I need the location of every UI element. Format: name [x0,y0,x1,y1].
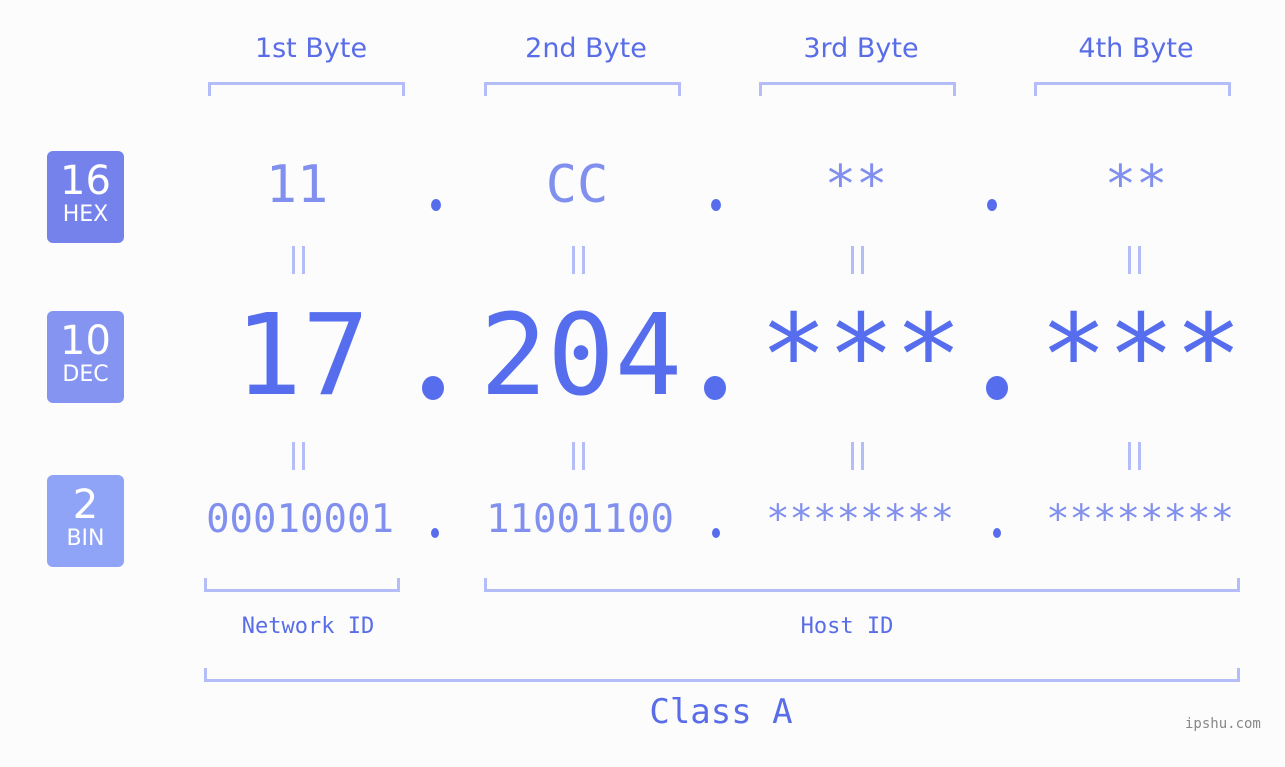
bin-separator-dot [993,528,1001,538]
hex-byte-2: CC [545,155,609,215]
class-label: Class A [649,692,793,732]
byte-bracket-3 [759,82,956,96]
equals-icon [1128,442,1142,470]
dec-byte-3: *** [759,291,963,421]
byte-header-1: 1st Byte [254,33,368,64]
equals-icon [292,442,306,470]
bin-byte-2: 11001100 [486,497,674,542]
class-bracket [204,668,1240,682]
hex-separator-dot [987,199,997,211]
dec-badge-number: 10 [60,318,111,364]
hex-badge-number: 16 [60,158,111,204]
equals-icon [572,442,586,470]
bin-separator-dot [431,528,439,538]
dec-badge: 10 DEC [47,311,124,403]
network-id-bracket [204,578,400,592]
network-id-label: Network ID [241,614,375,639]
dec-separator-dot [422,376,444,400]
host-id-label: Host ID [800,614,894,639]
equals-icon [1128,246,1142,274]
hex-badge-label: HEX [62,202,109,227]
byte-bracket-2 [484,82,681,96]
bin-badge-number: 2 [72,482,99,528]
byte-header-2: 2nd Byte [525,33,647,64]
hex-separator-dot [431,199,441,211]
bin-badge: 2 BIN [47,475,124,567]
bin-byte-1: 00010001 [206,497,394,542]
hex-byte-4: ** [1104,155,1168,215]
hex-byte-1: 11 [265,155,329,215]
dec-separator-dot [704,376,726,400]
equals-icon [851,442,865,470]
equals-icon [572,246,586,274]
byte-header-3: 3rd Byte [803,33,919,64]
hex-badge: 16 HEX [47,151,124,243]
byte-header-4: 4th Byte [1078,33,1194,64]
hex-separator-dot [711,199,721,211]
bin-byte-3: ******** [766,497,954,542]
host-id-bracket [484,578,1240,592]
watermark: ipshu.com [1185,716,1261,732]
bin-badge-label: BIN [66,526,105,551]
dec-badge-label: DEC [62,362,109,387]
dec-byte-2: 204 [479,291,683,421]
equals-icon [292,246,306,274]
dec-byte-4: *** [1039,291,1243,421]
equals-icon [851,246,865,274]
dec-separator-dot [986,376,1008,400]
bin-separator-dot [712,528,720,538]
hex-byte-3: ** [824,155,888,215]
byte-bracket-1 [208,82,405,96]
dec-byte-1: 17 [234,291,370,421]
byte-bracket-4 [1034,82,1231,96]
bin-byte-4: ******** [1046,497,1234,542]
